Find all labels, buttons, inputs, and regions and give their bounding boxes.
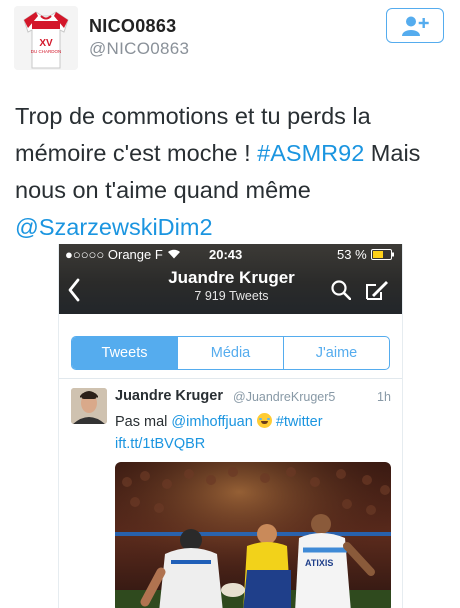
photo-jersey-text: ATIXIS [305,558,333,568]
jersey-avatar-image: XV DU CHARDON [14,6,78,70]
inner-tweet-text: Pas mal @imhoffjuan #twitter ift.tt/1tBV… [115,411,397,455]
tab-media[interactable]: Média [177,337,283,369]
battery-icon [371,249,394,260]
person-avatar-image [71,388,107,424]
time-label: 20:43 [209,247,243,262]
profile-tweet-count: 7 919 Tweets [194,289,269,303]
inner-url-link[interactable]: ift.tt/1tBVQBR [115,436,205,452]
tears-of-joy-emoji-icon [256,413,272,428]
rugby-photo-image: ATIXIS [115,462,391,608]
carrier-label: ●○○○○ Orange F [65,247,163,262]
wifi-icon [168,249,180,259]
divider [59,378,402,379]
search-icon[interactable] [331,280,351,300]
inner-author-name[interactable]: Juandre Kruger [115,388,223,404]
jersey-sublabel: DU CHARDON [31,49,62,54]
profile-tabs: Tweets Média J'aime [71,336,390,370]
author-handle[interactable]: @NICO0863 [89,39,189,59]
jersey-label: XV [39,38,53,49]
compose-icon[interactable] [365,279,389,301]
rugby-photo[interactable]: ATIXIS [115,462,391,608]
inner-author-handle[interactable]: @JuandreKruger5 [233,390,335,404]
avatar[interactable]: XV DU CHARDON [14,6,78,70]
tweet-header: XV DU CHARDON NICO0863 @NICO0863 [0,0,460,80]
tweet-text: Trop de commotions et tu perds la mémoir… [15,98,450,246]
mention-link[interactable]: @SzarzewskiDim2 [15,214,213,240]
add-user-icon [402,16,429,36]
attached-screenshot[interactable]: ●○○○○ Orange F 20:43 53 % Juandre Kruger… [58,244,403,608]
author-name[interactable]: NICO0863 [89,16,176,37]
inner-timestamp: 1h [377,390,391,404]
inner-hashtag-link[interactable]: #twitter [276,414,323,430]
inner-mention-link[interactable]: @imhoffjuan [171,414,252,430]
inner-avatar[interactable] [71,388,107,424]
tab-tweets[interactable]: Tweets [72,337,177,369]
inner-text-part: Pas mal [115,414,172,430]
hashtag-link[interactable]: #ASMR92 [257,140,364,166]
battery-label: 53 % [337,247,367,262]
tab-likes[interactable]: J'aime [283,337,389,369]
follow-button[interactable] [386,8,444,43]
profile-name: Juandre Kruger [168,268,295,287]
profile-header: ●○○○○ Orange F 20:43 53 % Juandre Kruger… [59,244,402,314]
